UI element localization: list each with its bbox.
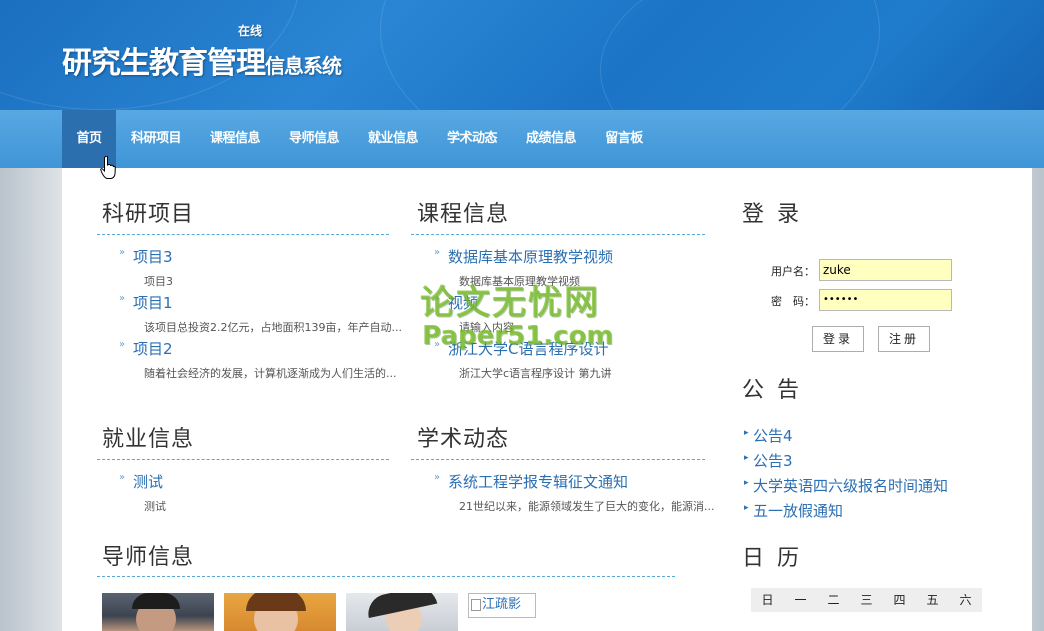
calendar-weekday: 二 [817, 588, 850, 612]
section-divider [97, 576, 675, 577]
tutor-photo[interactable] [102, 593, 214, 631]
logo-sub-text: 信息系统 [265, 54, 342, 78]
nav-item-courses[interactable]: 课程信息 [203, 110, 267, 168]
tutor-hair [246, 593, 306, 611]
logo-main-text: 研究生教育管理 [62, 46, 266, 81]
bullet-icon: ▸ [744, 428, 749, 438]
course-item-desc: 请输入内容 [459, 321, 514, 334]
nav-item-academic[interactable]: 学术动态 [440, 110, 504, 168]
announcement-link[interactable]: 公告3 [753, 450, 793, 471]
calendar-weekday: 四 [883, 588, 916, 612]
section-divider [411, 234, 705, 235]
section-divider [97, 234, 389, 235]
nav-item-research[interactable]: 科研项目 [124, 110, 188, 168]
courses-section-title: 课程信息 [417, 202, 510, 227]
academic-section-title: 学术动态 [417, 427, 510, 452]
bullet-icon: ▸ [744, 478, 749, 488]
research-item-link[interactable]: 项目1 [133, 292, 173, 313]
research-item-link[interactable]: 项目3 [133, 246, 173, 267]
site-logo[interactable]: 研究生教育管理信息系统 [62, 38, 342, 82]
tutor-photo[interactable] [346, 593, 458, 631]
nav-item-grades[interactable]: 成绩信息 [519, 110, 583, 168]
bullet-icon: » [434, 339, 441, 350]
academic-item-link[interactable]: 系统工程学报专辑征文通知 [448, 471, 628, 492]
bullet-icon: » [434, 293, 441, 304]
calendar-weekday: 三 [850, 588, 883, 612]
main-content [62, 168, 1032, 631]
bullet-icon: » [434, 247, 441, 258]
nav-item-tutors[interactable]: 导师信息 [282, 110, 346, 168]
research-item-desc: 该项目总投资2.2亿元，占地面积139亩，年产自动... [144, 321, 402, 334]
header-decoration [600, 0, 1044, 110]
username-label: 用户名： [771, 265, 815, 278]
course-item-link[interactable]: 浙江大学C语言程序设计 [448, 338, 608, 359]
tutor-photo[interactable] [224, 593, 336, 631]
tutor-photo-broken[interactable]: 江疏影 [468, 593, 536, 618]
tutor-hair [132, 593, 180, 609]
academic-item-desc: 21世纪以来，能源领域发生了巨大的变化，能源消... [459, 500, 715, 513]
announcement-link[interactable]: 公告4 [753, 425, 793, 446]
register-button[interactable]: 注册 [878, 326, 930, 352]
section-divider [97, 459, 389, 460]
broken-image-alt: 江疏影 [482, 597, 522, 612]
broken-image-icon [471, 598, 481, 611]
bullet-icon: » [119, 293, 126, 304]
calendar-section-title: 日 历 [742, 546, 802, 571]
tutors-section-title: 导师信息 [102, 545, 195, 570]
jobs-section-title: 就业信息 [102, 427, 195, 452]
password-input[interactable]: •••••• [819, 289, 952, 311]
section-divider [411, 459, 705, 460]
job-item-link[interactable]: 测试 [133, 471, 163, 492]
calendar-weekday: 五 [916, 588, 949, 612]
announcement-link[interactable]: 五一放假通知 [753, 500, 843, 521]
bullet-icon: ▸ [744, 453, 749, 463]
course-item-desc: 浙江大学c语言程序设计 第九讲 [459, 367, 612, 380]
bullet-icon: » [434, 472, 441, 483]
username-input[interactable] [819, 259, 952, 281]
announcement-link[interactable]: 大学英语四六级报名时间通知 [753, 475, 948, 496]
calendar-weekday: 六 [949, 588, 982, 612]
bullet-icon: » [119, 339, 126, 350]
password-label: 密 码： [771, 295, 815, 308]
research-item-desc: 随着社会经济的发展，计算机逐渐成为人们生活的... [144, 367, 397, 380]
login-button[interactable]: 登录 [812, 326, 864, 352]
research-section-title: 科研项目 [102, 202, 195, 227]
course-item-desc: 数据库基本原理教学视频 [459, 275, 580, 288]
job-item-desc: 测试 [144, 500, 166, 513]
logo-online-text: 在线 [238, 24, 263, 38]
calendar-weekday: 一 [784, 588, 817, 612]
nav-item-jobs[interactable]: 就业信息 [361, 110, 425, 168]
bullet-icon: » [119, 472, 126, 483]
announcements-section-title: 公 告 [742, 378, 802, 403]
hand-cursor-icon [100, 156, 116, 179]
course-item-link[interactable]: 数据库基本原理教学视频 [448, 246, 613, 267]
login-section-title: 登 录 [742, 202, 802, 227]
main-nav: 首页 科研项目 课程信息 导师信息 就业信息 学术动态 成绩信息 留言板 [0, 110, 1044, 168]
research-item-link[interactable]: 项目2 [133, 338, 173, 359]
course-item-link[interactable]: 视频 [448, 292, 478, 313]
research-item-desc: 项目3 [144, 275, 173, 288]
nav-item-guestbook[interactable]: 留言板 [598, 110, 650, 168]
site-header: 在线 研究生教育管理信息系统 [0, 0, 1044, 110]
bullet-icon: » [119, 247, 126, 258]
calendar-weekday: 日 [751, 588, 784, 612]
bullet-icon: ▸ [744, 503, 749, 513]
